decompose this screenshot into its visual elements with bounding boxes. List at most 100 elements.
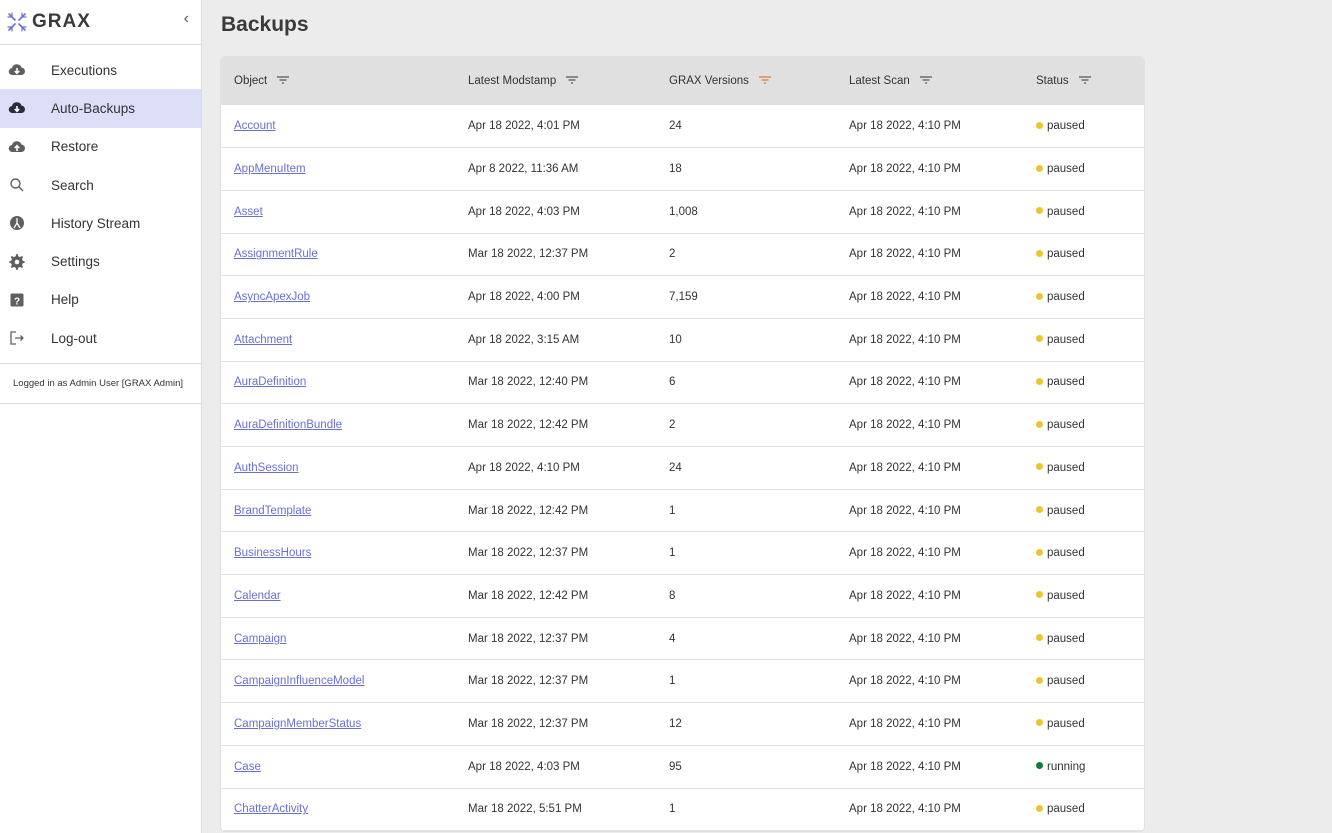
object-link[interactable]: AssignmentRule [234,248,318,260]
object-cell: Asset [221,190,455,234]
status-dot-icon [1036,164,1043,172]
logout-icon [8,329,26,347]
object-link[interactable]: ChatterActivity [234,803,308,815]
table-row: Case Apr 18 2022, 4:03 PM 95 Apr 18 2022, 4… [221,745,1144,789]
object-link[interactable]: AppMenuItem [234,163,306,175]
status-badge: paused [1047,675,1085,688]
status-cell: paused [1023,446,1144,490]
versions-cell: 95 [656,745,836,789]
column-header-grax-versions: GRAX Versions [656,57,836,105]
modstamp-cell: Mar 18 2022, 12:42 PM [455,403,656,447]
versions-cell: 1,008 [656,190,836,234]
versions-cell: 6 [656,361,836,405]
filter-icon[interactable] [919,75,932,87]
grax-logo-icon [7,12,27,32]
object-cell: BusinessHours [221,531,455,576]
modstamp-cell: Mar 18 2022, 12:37 PM [455,702,656,746]
status-badge: paused [1047,803,1085,816]
versions-cell: 1 [656,531,836,576]
table-row: Campaign Mar 18 2022, 12:37 PM 4 Apr 18 202… [221,617,1144,661]
object-link[interactable]: CampaignInfluenceModel [234,675,364,687]
versions-cell: 1 [656,659,836,704]
filter-icon[interactable] [1078,75,1091,87]
status-badge: paused [1047,120,1085,133]
object-link[interactable]: Account [234,120,276,132]
scan-cell: Apr 18 2022, 4:10 PM [836,403,1023,447]
modstamp-cell: Apr 18 2022, 4:03 PM [455,745,656,789]
status-dot-icon [1036,377,1043,385]
object-link[interactable]: Campaign [234,633,286,645]
table-row: Calendar Mar 18 2022, 12:42 PM 8 Apr 18 202… [221,574,1144,618]
status-badge: paused [1047,632,1085,645]
object-link[interactable]: AuraDefinitionBundle [234,419,342,431]
modstamp-cell: Mar 18 2022, 12:42 PM [455,574,656,618]
status-dot-icon [1036,762,1043,770]
backups-table: Object Latest Modstamp GRAX Versions Latest… [221,57,1144,832]
modstamp-cell: Mar 18 2022, 12:42 PM [455,489,656,533]
table-row: AuthSession Apr 18 2022, 4:10 PM 24 Apr 18 … [221,446,1144,490]
table-row: CampaignInfluenceModel Mar 18 2022, 12:37… [221,659,1144,704]
sidebar-item-auto-backups[interactable]: Auto-Backups [0,89,201,128]
column-header-latest-modstamp: Latest Modstamp [455,57,656,105]
status-dot-icon [1036,676,1043,684]
modstamp-cell: Apr 18 2022, 4:00 PM [455,275,656,319]
scan-cell: Apr 18 2022, 4:10 PM [836,105,1023,149]
status-dot-icon [1036,207,1043,215]
sidebar-nav: Executions Auto-Backups Restore Search Histo… [0,45,201,357]
column-label: Status [1036,75,1069,88]
object-link[interactable]: AuthSession [234,462,299,474]
sidebar-item-history-stream[interactable]: History Stream [0,204,201,242]
object-link[interactable]: Calendar [234,590,281,602]
status-cell: paused [1023,702,1144,746]
object-link[interactable]: Case [234,761,261,773]
table-row: BrandTemplate Mar 18 2022, 12:42 PM 1 Apr 1… [221,489,1144,533]
object-link[interactable]: AuraDefinition [234,376,306,388]
status-badge: paused [1047,717,1085,730]
status-cell: paused [1023,318,1144,362]
scan-cell: Apr 18 2022, 4:10 PM [836,147,1023,191]
object-link[interactable]: Asset [234,206,263,218]
status-badge: paused [1047,333,1085,346]
filter-icon[interactable] [277,75,290,87]
modstamp-cell: Mar 18 2022, 12:37 PM [455,617,656,661]
sidebar-item-help[interactable]: ? Help [0,281,201,319]
object-link[interactable]: CampaignMemberStatus [234,718,361,730]
table-row: CampaignMemberStatus Mar 18 2022, 12:37 P… [221,702,1144,746]
scan-cell: Apr 18 2022, 4:10 PM [836,233,1023,277]
object-link[interactable]: BrandTemplate [234,505,311,517]
filter-icon[interactable] [758,75,771,87]
status-badge: paused [1047,291,1085,304]
status-badge: paused [1047,547,1085,560]
filter-icon[interactable] [566,75,579,87]
sidebar-item-label: Auto-Backups [51,100,136,116]
scan-cell: Apr 18 2022, 4:10 PM [836,446,1023,490]
status-cell: paused [1023,531,1144,576]
chevron-left-icon[interactable]: ‹ [184,10,189,28]
sidebar-item-executions[interactable]: Executions [0,51,201,89]
object-cell: CampaignMemberStatus [221,702,455,746]
object-cell: Campaign [221,617,455,661]
modstamp-cell: Apr 18 2022, 4:03 PM [455,190,656,234]
sidebar-item-settings[interactable]: Settings [0,242,201,280]
versions-cell: 1 [656,489,836,533]
object-cell: AsyncApexJob [221,275,455,319]
sidebar-item-search[interactable]: Search [0,166,201,204]
sidebar-item-label: Executions [51,62,118,78]
modstamp-cell: Mar 18 2022, 12:37 PM [455,531,656,576]
object-link[interactable]: Attachment [234,334,292,346]
object-link[interactable]: BusinessHours [234,547,311,559]
modstamp-cell: Mar 18 2022, 5:51 PM [455,788,656,832]
status-cell: paused [1023,233,1144,277]
status-badge: paused [1047,205,1085,218]
sidebar-item-restore[interactable]: Restore [0,128,201,166]
status-badge: paused [1047,504,1085,517]
versions-cell: 4 [656,617,836,661]
sidebar-item-label: Log-out [51,330,97,346]
object-cell: ChatterActivity [221,788,455,832]
sidebar-item-log-out[interactable]: Log-out [0,319,201,357]
versions-cell: 2 [656,403,836,447]
status-dot-icon [1036,548,1043,556]
status-dot-icon [1036,506,1043,513]
versions-cell: 10 [656,318,836,362]
object-link[interactable]: AsyncApexJob [234,291,310,303]
